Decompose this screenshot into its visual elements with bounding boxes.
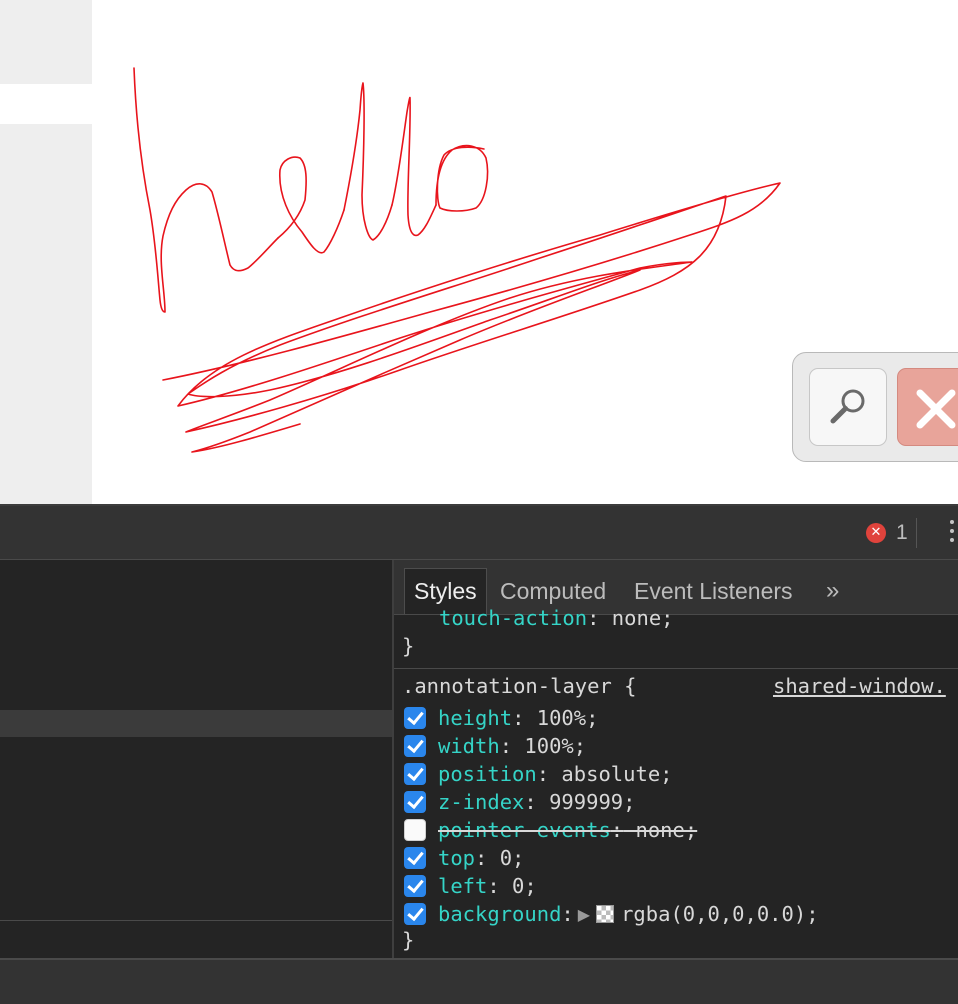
- error-icon: ✕: [866, 523, 886, 543]
- error-counter[interactable]: ✕ 1: [866, 521, 908, 544]
- declaration-checkbox[interactable]: [404, 791, 426, 813]
- rule-close-brace: }: [402, 634, 415, 658]
- declaration-checkbox[interactable]: [404, 763, 426, 785]
- color-swatch[interactable]: [596, 905, 615, 923]
- property-value[interactable]: 0;: [487, 846, 525, 870]
- declaration-width: width: 100%;: [404, 732, 586, 760]
- cutoff-property-value: none;: [599, 606, 674, 630]
- rule-separator: [394, 668, 958, 669]
- declaration-checkbox[interactable]: [404, 903, 426, 925]
- property-name[interactable]: z-index: [438, 790, 524, 814]
- annotation-stroke-h: [133, 67, 279, 313]
- elements-breadcrumb-divider: [0, 920, 392, 921]
- close-annotation-button[interactable]: [897, 368, 958, 446]
- declaration-checkbox-unchecked[interactable]: [404, 819, 426, 841]
- property-value[interactable]: rgba(0,0,0,0.0);: [621, 902, 818, 926]
- error-count: 1: [896, 521, 908, 544]
- annotation-stroke-l1: [343, 82, 393, 241]
- property-value[interactable]: 100%;: [524, 706, 599, 730]
- annotation-stroke-scribble: [162, 182, 781, 453]
- expand-arrow-icon[interactable]: ▶: [578, 905, 590, 924]
- cutoff-property-name: touch-action: [439, 606, 588, 630]
- declaration-checkbox[interactable]: [404, 847, 426, 869]
- declaration-checkbox[interactable]: [404, 875, 426, 897]
- annotation-stroke-o: [435, 144, 489, 212]
- elements-tree-panel[interactable]: [0, 560, 392, 958]
- property-name[interactable]: left: [438, 874, 487, 898]
- devtools-panel: ✕ 1 Styles Computed Event Listeners » to…: [0, 504, 958, 1004]
- declaration-position: position: absolute;: [404, 760, 673, 788]
- styles-sidebar-pane: Styles Computed Event Listeners » touch-…: [394, 560, 958, 958]
- devtools-toolbar: ✕ 1: [0, 506, 958, 560]
- property-name[interactable]: width: [438, 734, 500, 758]
- property-name[interactable]: height: [438, 706, 512, 730]
- property-name[interactable]: top: [438, 846, 475, 870]
- declaration-z-index: z-index: 999999;: [404, 788, 636, 816]
- search-button[interactable]: [809, 368, 887, 446]
- property-value[interactable]: none;: [623, 818, 697, 842]
- colon: :: [587, 606, 600, 630]
- magnifier-icon: [830, 389, 865, 424]
- cutoff-declaration: touch-action: none;: [439, 606, 674, 630]
- drawer-toolbar: [0, 960, 958, 1004]
- property-name[interactable]: background: [438, 902, 561, 926]
- close-x-icon: [916, 389, 956, 429]
- annotation-stroke-l2: [391, 96, 437, 237]
- property-value[interactable]: 999999;: [537, 790, 635, 814]
- property-value[interactable]: absolute;: [549, 762, 672, 786]
- declaration-checkbox[interactable]: [404, 735, 426, 757]
- declaration-height: height: 100%;: [404, 704, 598, 732]
- declaration-top: top: 0;: [404, 844, 524, 872]
- property-value[interactable]: 0;: [500, 874, 537, 898]
- property-value[interactable]: 100%;: [512, 734, 586, 758]
- declaration-left: left: 0;: [404, 872, 537, 900]
- more-tabs-chevron-icon[interactable]: »: [826, 568, 839, 614]
- vertical-ellipsis-icon[interactable]: [950, 520, 958, 548]
- property-name[interactable]: position: [438, 762, 537, 786]
- annotation-toolbar: [792, 352, 958, 462]
- property-name[interactable]: pointer-events: [438, 818, 611, 842]
- declaration-pointer-events: pointer-events: none;: [404, 816, 697, 844]
- selected-dom-node-row[interactable]: [0, 710, 392, 737]
- declaration-background: background: ▶ rgba(0,0,0,0.0);: [404, 900, 819, 928]
- stylesheet-source-link[interactable]: shared-window.: [773, 674, 946, 698]
- rule-close-brace: }: [402, 928, 415, 952]
- web-page-viewport: [0, 0, 958, 504]
- rule-selector[interactable]: .annotation-layer {: [402, 674, 637, 698]
- toolbar-divider: [916, 518, 917, 548]
- annotation-stroke-e: [277, 156, 345, 254]
- declaration-checkbox[interactable]: [404, 707, 426, 729]
